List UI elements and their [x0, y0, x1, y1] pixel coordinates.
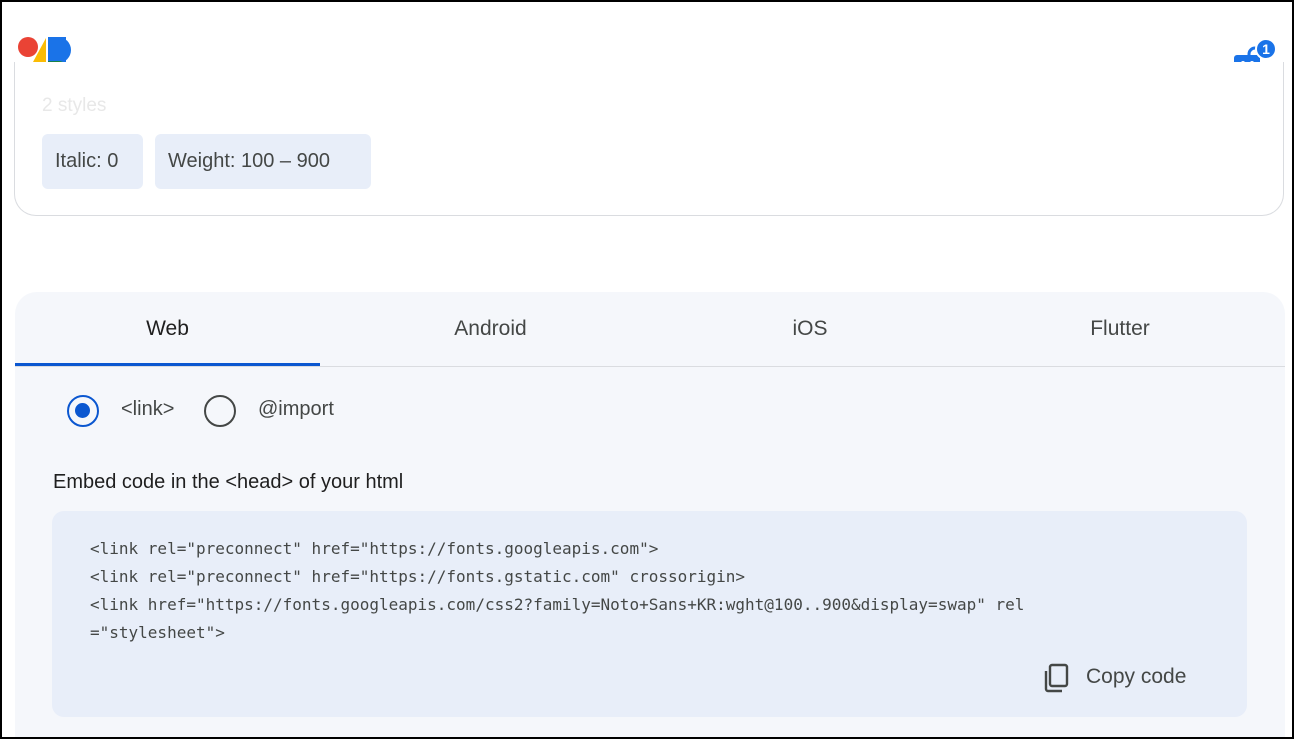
copy-code-label: Copy code [1086, 665, 1187, 688]
import-radio[interactable] [204, 395, 236, 427]
code-line: ="stylesheet"> [90, 623, 225, 642]
embed-panel: Web Android iOS Flutter <link> @import E… [15, 292, 1285, 737]
code-line: <link rel="preconnect" href="https://fon… [90, 567, 746, 586]
code-line: <link href="https://fonts.googleapis.com… [90, 595, 1025, 614]
bag-count-badge: 1 [1262, 41, 1270, 57]
active-tab-indicator [15, 363, 320, 366]
weight-axis-chip: Weight: 100 – 900 [155, 134, 371, 189]
link-radio-label[interactable]: <link> [121, 398, 174, 421]
embed-instruction: Embed code in the <head> of your html [53, 471, 404, 493]
italic-axis-chip: Italic: 0 [42, 134, 143, 189]
code-line: <link rel="preconnect" href="https://fon… [90, 539, 659, 558]
tab-web[interactable]: Web [15, 292, 320, 367]
tab-flutter[interactable]: Flutter [970, 292, 1270, 367]
tab-ios[interactable]: iOS [655, 292, 965, 367]
embed-code-block[interactable]: <link rel="preconnect" href="https://fon… [52, 511, 1247, 717]
import-radio-label[interactable]: @import [258, 398, 334, 421]
tab-android[interactable]: Android [333, 292, 648, 367]
copy-code-button[interactable]: Copy code [1042, 661, 1212, 695]
platform-tabs: Web Android iOS Flutter [15, 292, 1285, 367]
link-radio[interactable] [67, 395, 99, 427]
copy-icon [1044, 663, 1069, 693]
page-frame: 1 2 styles Italic: 0 Weight: 100 – 900 W… [0, 0, 1294, 739]
styles-count-label: 2 styles [42, 95, 107, 116]
